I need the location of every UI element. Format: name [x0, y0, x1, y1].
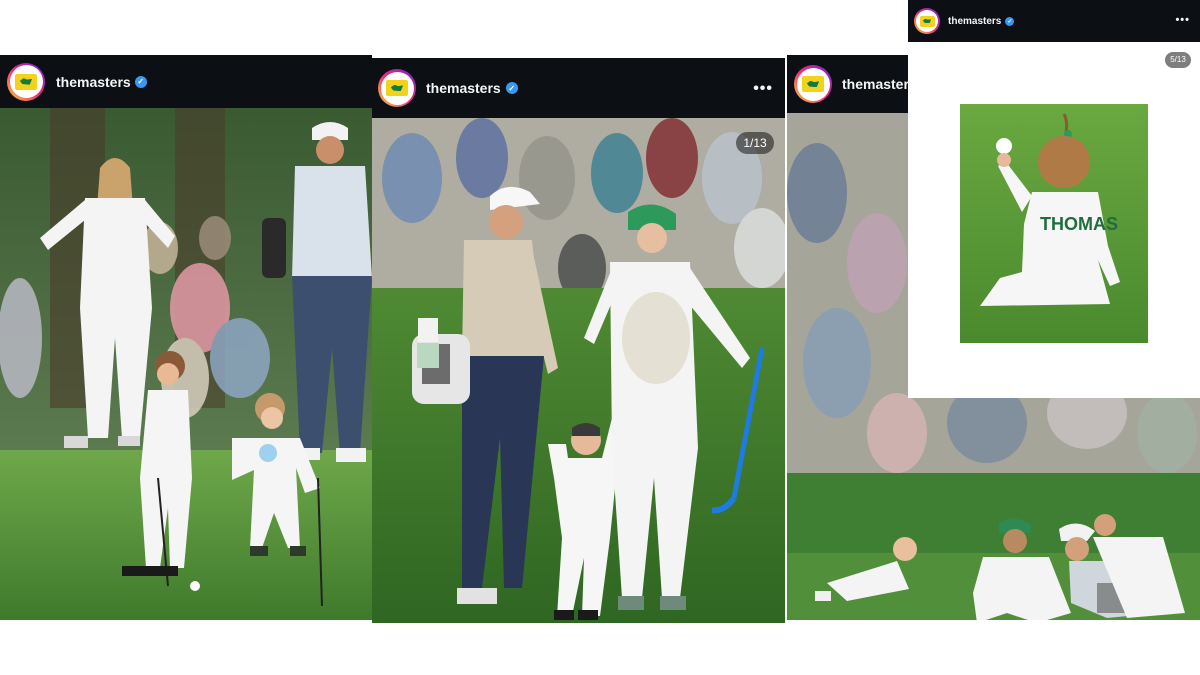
photo-scene: THOMAS — [960, 104, 1148, 343]
post-card-2: themasters ✓ ••• 1/13 — [372, 58, 785, 623]
post-header: themasters ✓ — [0, 55, 372, 108]
photo-scene — [0, 108, 372, 620]
masters-logo-icon — [386, 80, 408, 96]
post-photo[interactable]: THOMAS — [960, 104, 1148, 343]
verified-badge-icon: ✓ — [505, 82, 518, 94]
more-options-icon[interactable]: ••• — [1175, 14, 1190, 26]
post-card-1: themasters ✓ — [0, 55, 372, 620]
post-header: themasters ✓ ••• — [908, 0, 1200, 42]
more-options-icon[interactable]: ••• — [753, 80, 773, 98]
post-photo[interactable] — [0, 108, 372, 620]
profile-avatar[interactable] — [7, 62, 45, 101]
verified-badge-icon: ✓ — [1005, 16, 1015, 26]
post-card-4: themasters ✓ ••• 5/13 THOMAS — [908, 0, 1200, 398]
masters-logo-icon — [802, 76, 824, 92]
slide-counter: 5/13 — [1165, 52, 1191, 68]
post-header: themasters ✓ ••• — [372, 58, 785, 118]
jersey-name-text: THOMAS — [1040, 214, 1118, 234]
profile-avatar[interactable] — [378, 69, 416, 107]
username[interactable]: themasters — [426, 80, 501, 96]
photo-scene — [372, 118, 785, 623]
username[interactable]: themasters — [842, 76, 917, 92]
slide-counter: 1/13 — [736, 132, 774, 154]
profile-avatar[interactable] — [914, 8, 940, 34]
verified-badge-icon: ✓ — [134, 75, 147, 88]
masters-logo-icon — [919, 15, 935, 27]
masters-logo-icon — [15, 73, 37, 90]
profile-avatar[interactable] — [794, 65, 832, 103]
username[interactable]: themasters — [56, 74, 131, 90]
post-photo[interactable]: 1/13 — [372, 118, 785, 623]
username[interactable]: themasters — [948, 16, 1001, 27]
